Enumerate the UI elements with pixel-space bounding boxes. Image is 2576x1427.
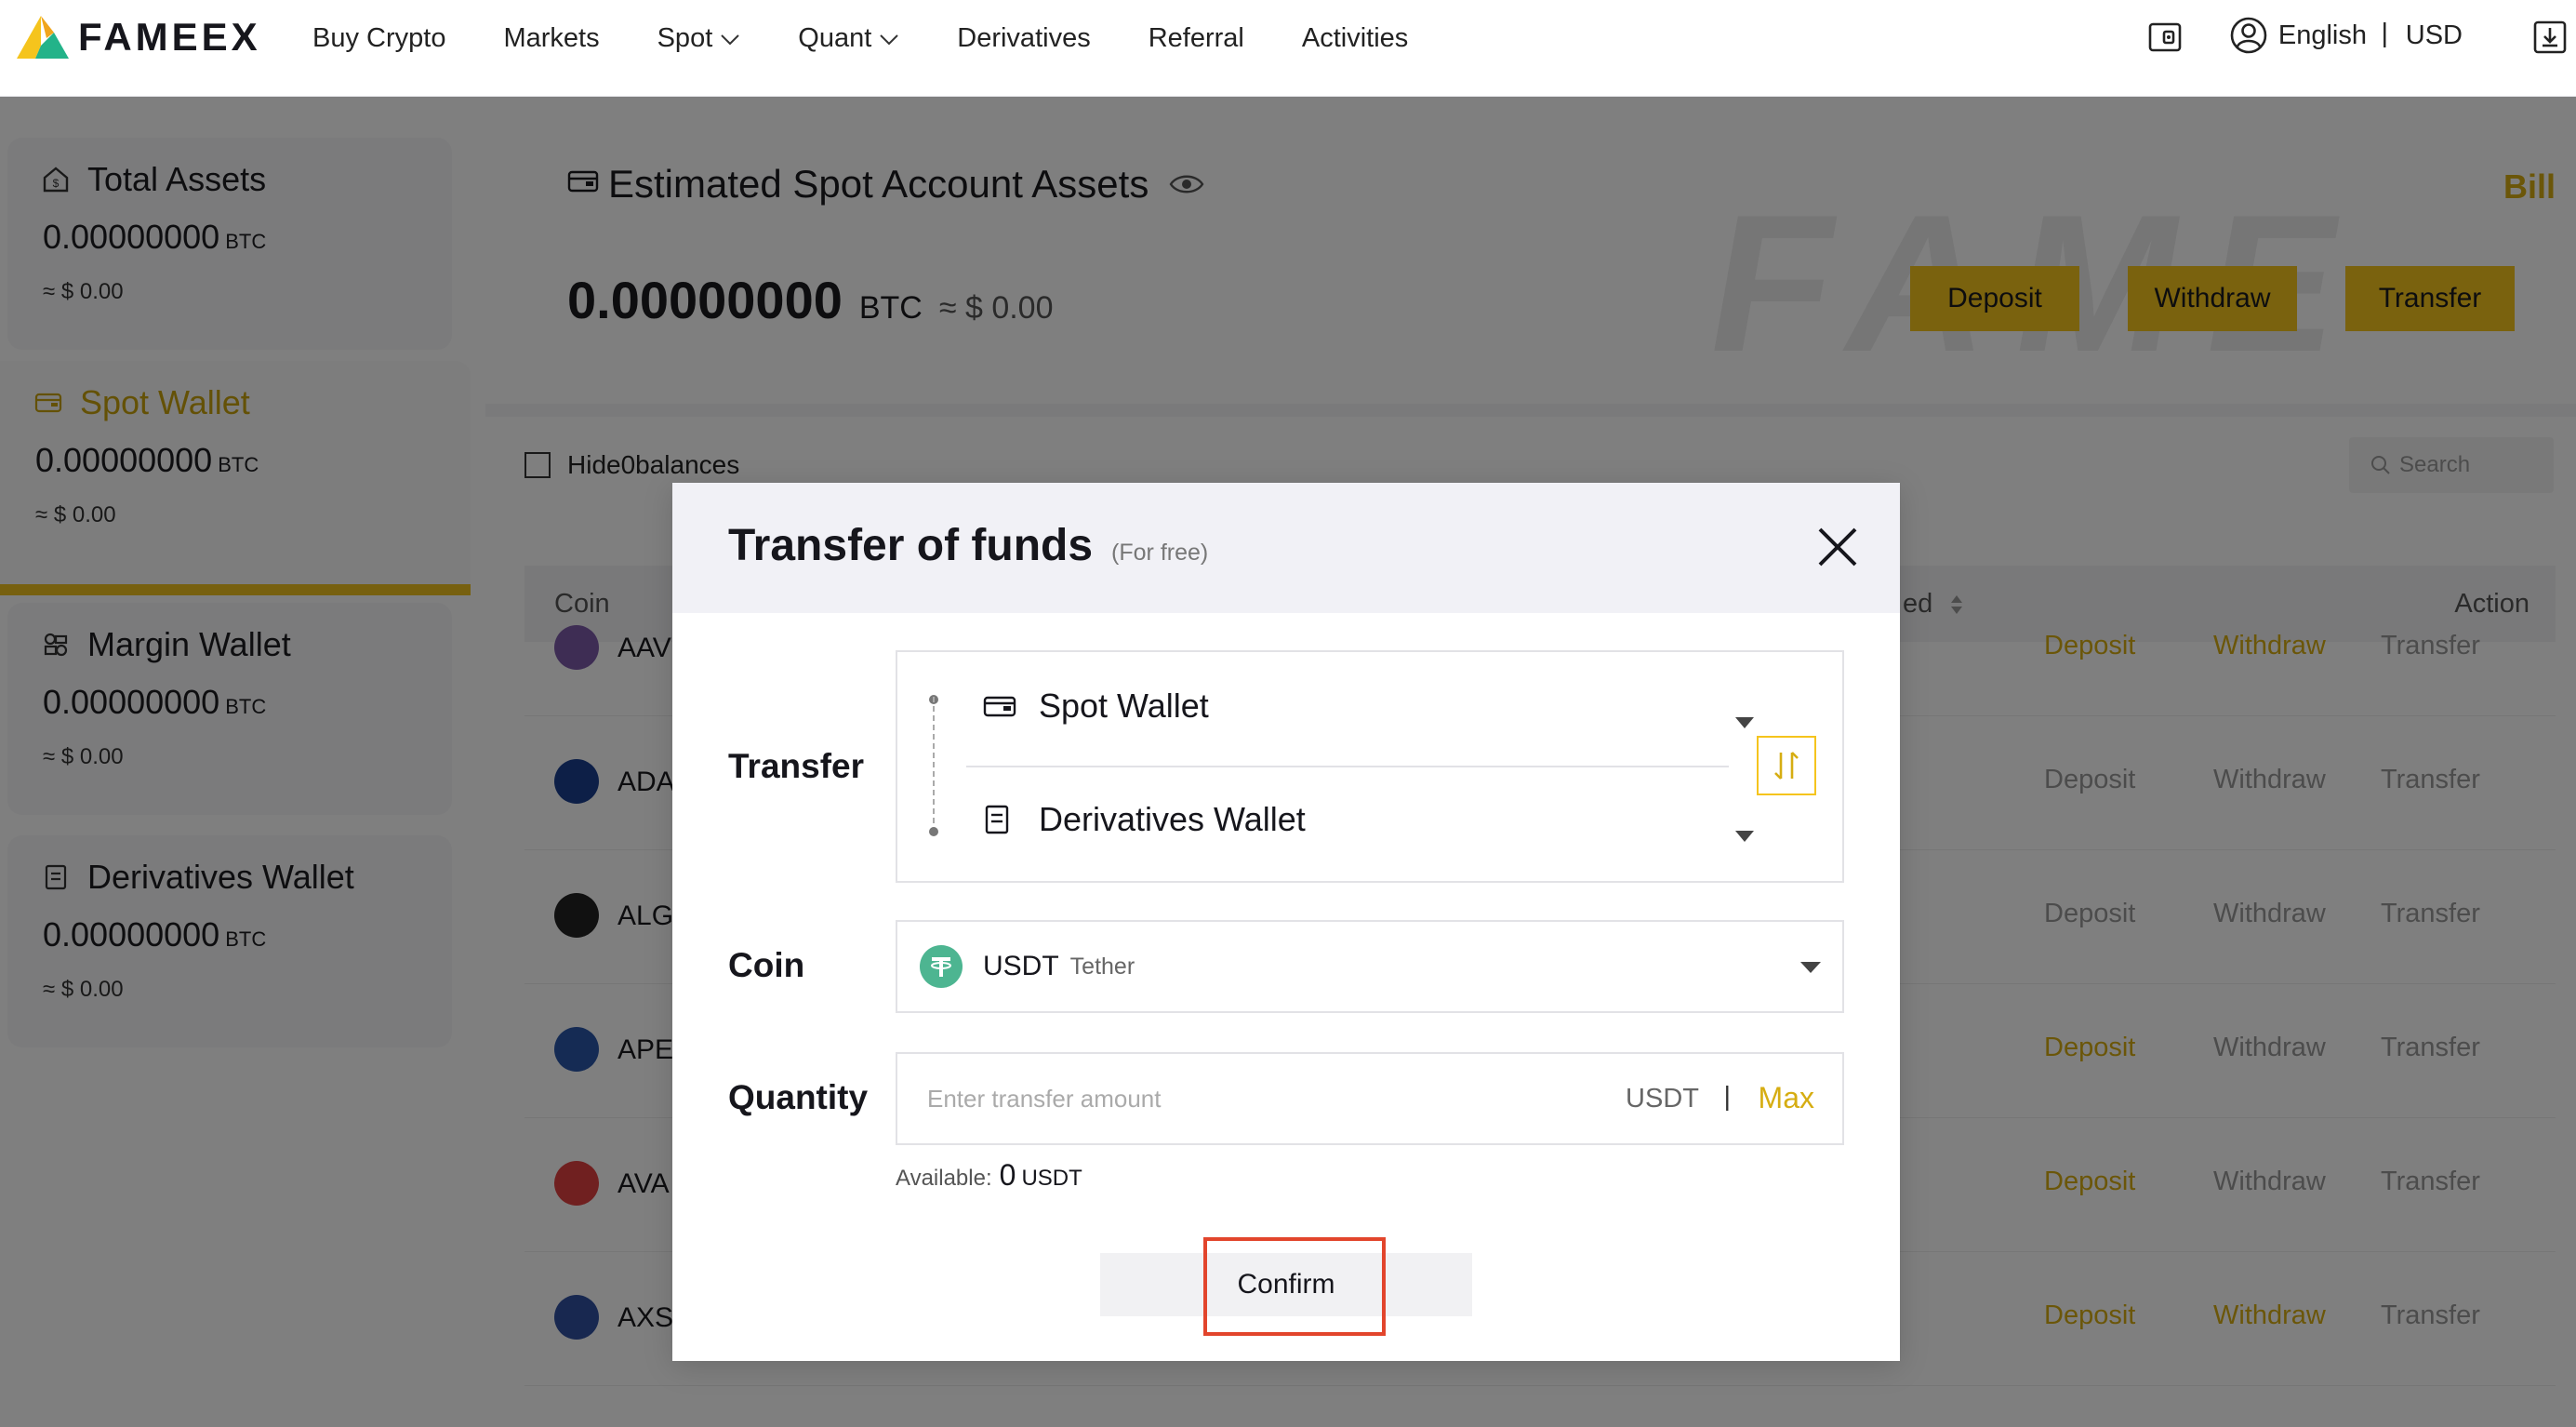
language-selector[interactable]: English xyxy=(2278,20,2367,51)
available-value: 0 xyxy=(999,1158,1016,1192)
coin-symbol: USDT xyxy=(983,951,1059,981)
modal-subtitle: (For free) xyxy=(1111,540,1209,566)
coin-name: Tether xyxy=(1069,953,1135,980)
wallet-icon[interactable] xyxy=(2144,17,2185,58)
caret-down-icon xyxy=(1734,812,1755,851)
nav-activities[interactable]: Activities xyxy=(1302,19,1408,58)
transfer-label: Transfer xyxy=(728,747,865,785)
user-account-icon[interactable] xyxy=(2228,15,2269,56)
main-nav: Buy Crypto Markets Spot Quant Derivative… xyxy=(312,19,1466,58)
available-label: Available: xyxy=(896,1166,992,1191)
nav-quant[interactable]: Quant xyxy=(798,19,899,58)
quantity-unit: USDT xyxy=(1626,1084,1699,1114)
chevron-down-icon xyxy=(879,23,899,54)
header-separator: | xyxy=(2381,19,2388,48)
currency-selector[interactable]: USD xyxy=(2406,20,2463,51)
available-unit: USDT xyxy=(1021,1166,1082,1191)
top-navigation-bar: FAMEEX Buy Crypto Markets Spot Quant Der… xyxy=(0,0,2576,97)
quantity-input[interactable] xyxy=(927,1084,1578,1114)
fameex-logo-icon xyxy=(17,16,69,59)
max-button[interactable]: Max xyxy=(1759,1081,1814,1115)
confirm-highlight-box xyxy=(1203,1237,1386,1336)
from-wallet-select[interactable]: Spot Wallet xyxy=(983,669,1764,743)
nav-markets[interactable]: Markets xyxy=(503,19,599,58)
caret-down-icon xyxy=(1799,961,1822,979)
derivatives-icon xyxy=(983,801,1020,838)
fameex-logo[interactable]: FAMEEX xyxy=(13,13,261,61)
nav-referral[interactable]: Referral xyxy=(1149,19,1244,58)
nav-spot[interactable]: Spot xyxy=(657,19,741,58)
tether-icon xyxy=(920,945,963,988)
swap-icon xyxy=(1774,752,1799,780)
nav-buy-crypto[interactable]: Buy Crypto xyxy=(312,19,445,58)
close-icon[interactable] xyxy=(1814,524,1861,570)
logo-text: FAMEEX xyxy=(78,15,261,59)
swap-direction-button[interactable] xyxy=(1757,736,1816,795)
coin-select[interactable]: USDT Tether xyxy=(896,920,1844,1013)
modal-header: Transfer of funds (For free) xyxy=(672,483,1900,613)
caret-down-icon xyxy=(1734,699,1755,738)
download-icon[interactable] xyxy=(2530,17,2570,58)
wallet-icon xyxy=(983,687,1020,725)
to-dot xyxy=(929,827,938,836)
transfer-divider xyxy=(966,766,1729,767)
available-balance: Available: 0 USDT xyxy=(896,1158,1082,1193)
chevron-down-icon xyxy=(720,23,740,54)
to-wallet-label: Derivatives Wallet xyxy=(1039,800,1306,838)
transfer-funds-modal: Transfer of funds (For free) Transfer Spo… xyxy=(672,483,1900,1361)
to-wallet-select[interactable]: Derivatives Wallet xyxy=(983,782,1764,857)
modal-title: Transfer of funds xyxy=(728,521,1094,570)
quantity-label: Quantity xyxy=(728,1078,869,1116)
quantity-separator: | xyxy=(1723,1082,1731,1112)
nav-derivatives[interactable]: Derivatives xyxy=(957,19,1090,58)
dashed-connector xyxy=(933,697,935,823)
transfer-direction-box: Spot Wallet Derivatives Wallet xyxy=(896,650,1844,883)
quantity-field: USDT | Max xyxy=(896,1052,1844,1145)
from-wallet-label: Spot Wallet xyxy=(1039,687,1209,725)
coin-label: Coin xyxy=(728,946,805,984)
